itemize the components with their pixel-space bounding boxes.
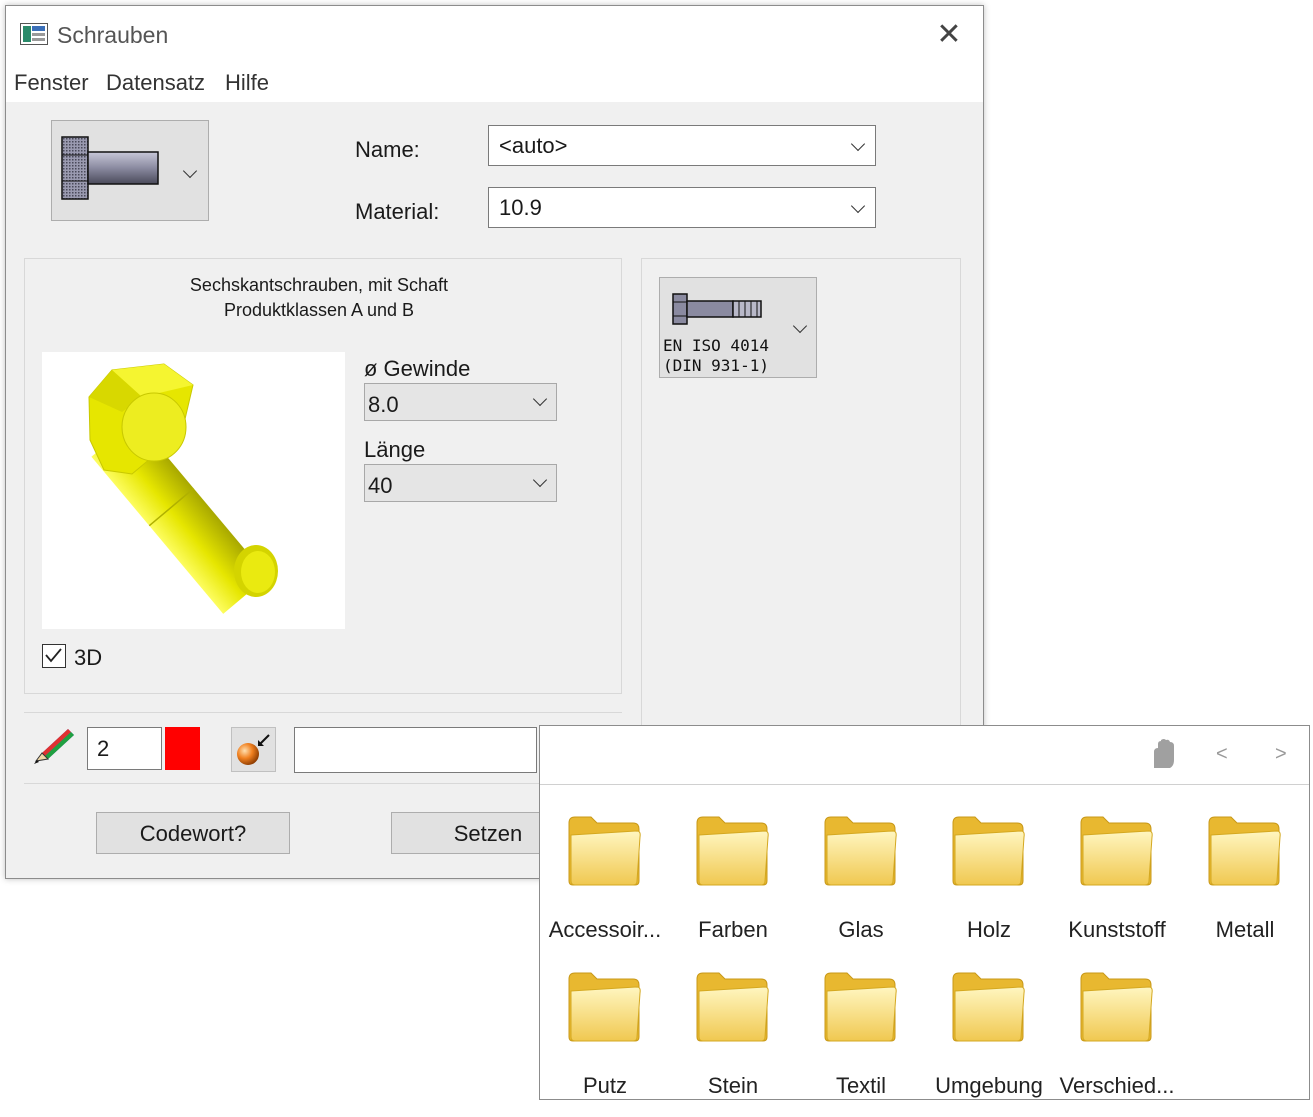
folder-icon bbox=[952, 972, 1025, 1042]
folder-item[interactable]: Glas bbox=[797, 811, 925, 961]
folder-label: Umgebung bbox=[935, 1073, 1043, 1098]
app-icon bbox=[20, 23, 48, 45]
folder-label: Textil bbox=[835, 1073, 887, 1098]
folder-item[interactable]: Stein bbox=[669, 967, 797, 1117]
folder-item[interactable]: Accessoir... bbox=[541, 811, 669, 961]
chevron-down-icon bbox=[792, 318, 808, 334]
standard-panel: EN ISO 4014 (DIN 931-1) bbox=[641, 258, 961, 728]
folder-label: Accessoir... bbox=[548, 917, 662, 942]
menu-datensatz[interactable]: Datensatz bbox=[106, 70, 205, 96]
folder-icon bbox=[1208, 816, 1281, 886]
title-bar[interactable]: Schrauben ✕ bbox=[6, 6, 983, 64]
folder-item[interactable]: Putz bbox=[541, 967, 669, 1117]
folder-icon bbox=[1080, 816, 1153, 886]
diameter-value: 8.0 bbox=[368, 392, 399, 417]
material-label: Material: bbox=[355, 199, 440, 224]
diameter-select[interactable]: 8.0 bbox=[364, 383, 557, 421]
bolt-preview-image bbox=[42, 352, 345, 629]
window-title: Schrauben bbox=[57, 22, 169, 48]
hand-icon[interactable] bbox=[1150, 738, 1178, 770]
chevron-down-icon bbox=[850, 198, 866, 214]
folder-label: Putz bbox=[582, 1073, 628, 1098]
folder-icon bbox=[824, 972, 897, 1042]
nav-next-button[interactable]: > bbox=[1275, 743, 1287, 766]
folder-label: Holz bbox=[966, 917, 1011, 942]
bolt-3d-icon bbox=[88, 363, 278, 614]
close-button[interactable]: ✕ bbox=[924, 18, 974, 52]
chevron-down-icon bbox=[532, 391, 548, 407]
diameter-label: ø Gewinde bbox=[364, 356, 471, 381]
pen-toolbar: 2 bbox=[24, 712, 622, 784]
preview-panel: Sechskantschrauben, mit Schaft Produktkl… bbox=[24, 258, 622, 694]
folder-icon bbox=[1080, 972, 1153, 1042]
menu-fenster[interactable]: Fenster bbox=[14, 70, 89, 96]
pen-icon[interactable] bbox=[32, 725, 76, 765]
folder-item[interactable]: Farben bbox=[669, 811, 797, 961]
pen-width-value: 2 bbox=[97, 736, 110, 761]
length-label: Länge bbox=[364, 437, 426, 462]
extra-input[interactable] bbox=[294, 727, 537, 773]
material-pick-button[interactable] bbox=[231, 727, 276, 772]
folder-label: Kunststoff bbox=[1068, 917, 1166, 942]
folder-icon bbox=[952, 816, 1025, 886]
material-select[interactable]: 10.9 bbox=[488, 187, 876, 228]
bolt-side-icon bbox=[672, 293, 762, 325]
folder-item[interactable]: Umgebung bbox=[925, 967, 1053, 1117]
folder-item[interactable]: Metall bbox=[1181, 811, 1309, 961]
chevron-down-icon bbox=[182, 163, 198, 179]
folder-label: Glas bbox=[838, 917, 884, 942]
close-icon: ✕ bbox=[936, 18, 962, 51]
description-line1: Sechskantschrauben, mit Schaft bbox=[189, 275, 449, 295]
folder-label: Stein bbox=[707, 1073, 759, 1098]
length-value: 40 bbox=[368, 473, 393, 498]
folder-icon bbox=[568, 816, 641, 886]
checkmark-icon bbox=[45, 648, 62, 663]
folder-icon bbox=[824, 816, 897, 886]
checkbox-3d-label: 3D bbox=[74, 645, 103, 670]
folder-toolbar: < > bbox=[540, 726, 1309, 785]
menu-bar: Fenster Datensatz Hilfe bbox=[6, 64, 983, 103]
nav-prev-button[interactable]: < bbox=[1216, 743, 1228, 766]
hex-bolt-icon bbox=[61, 136, 159, 200]
checkbox-3d[interactable] bbox=[42, 644, 66, 668]
description: Sechskantschrauben, mit Schaft Produktkl… bbox=[25, 273, 613, 323]
name-value: <auto> bbox=[499, 133, 568, 158]
screw-type-dropdown[interactable] bbox=[51, 120, 209, 221]
name-select[interactable]: <auto> bbox=[488, 125, 876, 166]
chevron-down-icon bbox=[850, 136, 866, 152]
material-value: 10.9 bbox=[499, 195, 542, 220]
folder-item[interactable]: Holz bbox=[925, 811, 1053, 961]
folder-label: Farben bbox=[698, 917, 768, 942]
folder-label: Metall bbox=[1215, 917, 1275, 942]
sphere-pick-icon bbox=[237, 734, 270, 765]
description-line2: Produktklassen A und B bbox=[223, 300, 415, 320]
folder-browser: < > Accessoir... Farben Glas Holz Kunststoff… bbox=[539, 725, 1310, 1100]
folder-item[interactable]: Kunststoff bbox=[1053, 811, 1181, 961]
length-select[interactable]: 40 bbox=[364, 464, 557, 502]
standard-text: EN ISO 4014 (DIN 931-1) bbox=[663, 336, 769, 376]
folder-label: Verschied... bbox=[1059, 1073, 1175, 1098]
folder-item[interactable]: Verschied... bbox=[1053, 967, 1181, 1117]
pen-color-swatch[interactable] bbox=[165, 727, 200, 770]
standard-dropdown[interactable]: EN ISO 4014 (DIN 931-1) bbox=[659, 277, 817, 378]
standard-line1: EN ISO 4014 bbox=[663, 336, 769, 355]
folder-item[interactable]: Textil bbox=[797, 967, 925, 1117]
codeword-button[interactable]: Codewort? bbox=[96, 812, 290, 854]
pen-width-input[interactable]: 2 bbox=[87, 727, 162, 770]
folder-icon bbox=[696, 816, 769, 886]
chevron-down-icon bbox=[532, 472, 548, 488]
standard-line2: (DIN 931-1) bbox=[663, 356, 769, 375]
folder-icon bbox=[696, 972, 769, 1042]
menu-hilfe[interactable]: Hilfe bbox=[225, 70, 269, 96]
name-label: Name: bbox=[355, 137, 420, 162]
folder-icon bbox=[568, 972, 641, 1042]
